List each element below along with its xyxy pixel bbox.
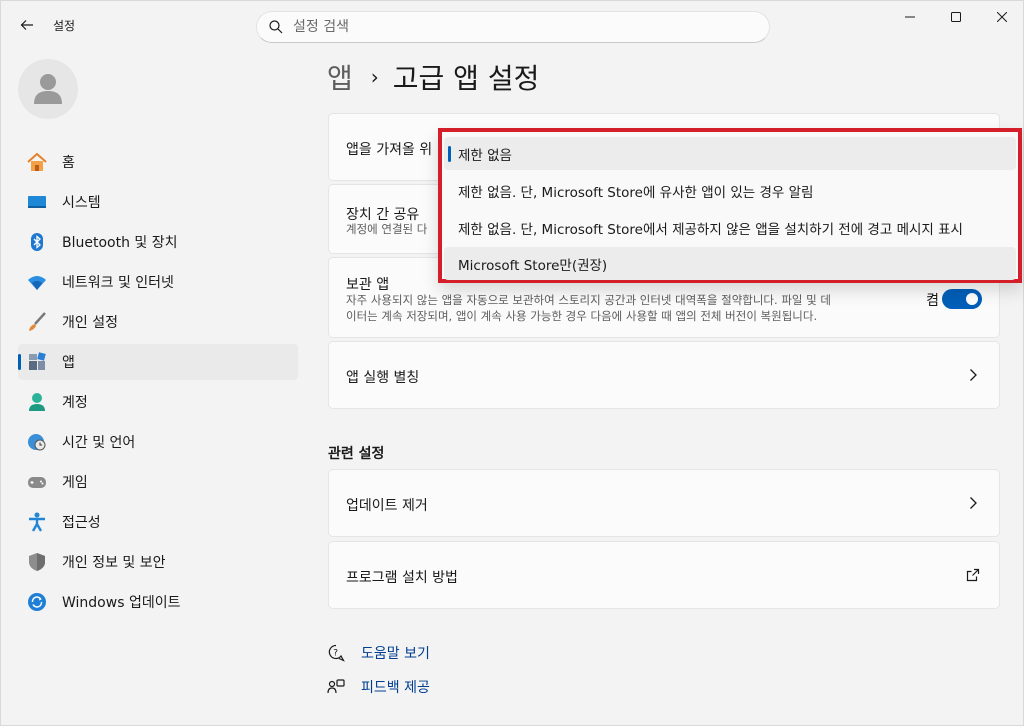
- title-bar: 설정: [1, 1, 1024, 49]
- sidebar-nav: 홈 시스템 Bluetooth 및 장치 네트워크 및 인터넷 개인 설정 앱 …: [18, 144, 298, 624]
- dropdown-option-label: 제한 없음. 단, Microsoft Store에 유사한 앱이 있는 경우 …: [458, 184, 814, 201]
- globe-clock-icon: [26, 431, 48, 453]
- get-help-link[interactable]: ? 도움말 보기: [327, 643, 430, 663]
- archive-apps-title: 보관 앱: [346, 277, 390, 293]
- archive-toggle-label: 켬: [926, 293, 939, 309]
- feedback-icon: [327, 679, 345, 694]
- install-programs-label: 프로그램 설치 방법: [346, 570, 458, 586]
- get-help-text[interactable]: 도움말 보기: [361, 643, 430, 663]
- back-button[interactable]: [11, 9, 43, 41]
- maximize-icon: [951, 12, 961, 22]
- page-title: 고급 앱 설정: [392, 62, 540, 95]
- give-feedback-link[interactable]: 피드백 제공: [327, 677, 430, 697]
- maximize-button[interactable]: [933, 1, 979, 33]
- gamepad-icon: [26, 471, 48, 493]
- uninstall-updates-card[interactable]: 업데이트 제거: [328, 469, 1000, 537]
- share-across-devices-desc: 계정에 연결된 다: [346, 222, 428, 236]
- sidebar-item-label: 앱: [62, 355, 75, 371]
- sidebar-item-label: Windows 업데이트: [62, 595, 181, 611]
- app-aliases-card[interactable]: 앱 실행 별칭: [328, 341, 1000, 409]
- breadcrumb: 앱 › 고급 앱 설정: [327, 57, 539, 97]
- system-icon: [26, 191, 48, 213]
- choose-app-source-label: 앱을 가져올 위: [346, 142, 433, 158]
- sidebar-item-accessibility[interactable]: 접근성: [18, 504, 298, 540]
- app-source-dropdown-menu: 제한 없음 제한 없음. 단, Microsoft Store에 유사한 앱이 …: [438, 128, 1022, 283]
- sidebar-item-system[interactable]: 시스템: [18, 184, 298, 220]
- related-settings-heading: 관련 설정: [328, 446, 385, 462]
- brush-icon: [26, 311, 48, 333]
- dropdown-option-anywhere[interactable]: 제한 없음: [444, 137, 1016, 170]
- dropdown-option-anywhere-notify[interactable]: 제한 없음. 단, Microsoft Store에 유사한 앱이 있는 경우 …: [444, 174, 1016, 207]
- sidebar-item-gaming[interactable]: 게임: [18, 464, 298, 500]
- settings-window: 설정 설정 검색 홈 시스템 Bluetooth 및 장치 네트워크 및 인터넷…: [0, 0, 1024, 726]
- app-title: 설정: [53, 19, 76, 33]
- sidebar-item-time-language[interactable]: 시간 및 언어: [18, 424, 298, 460]
- external-link-icon: [966, 568, 980, 582]
- chevron-right-icon: [970, 369, 977, 381]
- search-box[interactable]: [256, 11, 770, 43]
- account-icon: [26, 391, 48, 413]
- sidebar-item-label: 네트워크 및 인터넷: [62, 275, 174, 291]
- wifi-icon: [26, 271, 48, 293]
- archive-apps-desc-line1: 자주 사용되지 않는 앱을 자동으로 보관하여 스토리지 공간과 인터넷 대역폭…: [346, 293, 831, 307]
- breadcrumb-separator: ›: [370, 65, 379, 89]
- sidebar-item-label: 개인 정보 및 보안: [62, 555, 166, 571]
- sidebar-item-label: Bluetooth 및 장치: [62, 235, 178, 251]
- sidebar-item-privacy[interactable]: 개인 정보 및 보안: [18, 544, 298, 580]
- search-input[interactable]: [293, 19, 753, 35]
- archive-apps-toggle[interactable]: [942, 289, 982, 309]
- uninstall-updates-label: 업데이트 제거: [346, 498, 428, 514]
- search-icon: [269, 20, 283, 34]
- accessibility-icon: [26, 511, 48, 533]
- svg-text:?: ?: [333, 649, 338, 659]
- dropdown-option-label: 제한 없음: [458, 147, 512, 164]
- minimize-icon: [905, 16, 915, 18]
- dropdown-option-anywhere-warn[interactable]: 제한 없음. 단, Microsoft Store에서 제공하지 않은 앱을 설…: [444, 211, 1016, 244]
- dropdown-option-label: 제한 없음. 단, Microsoft Store에서 제공하지 않은 앱을 설…: [458, 221, 963, 238]
- close-button[interactable]: [979, 1, 1024, 33]
- sidebar-item-label: 시간 및 언어: [62, 435, 136, 451]
- breadcrumb-parent[interactable]: 앱: [327, 57, 353, 97]
- give-feedback-text[interactable]: 피드백 제공: [361, 677, 430, 697]
- sidebar-item-accounts[interactable]: 계정: [18, 384, 298, 420]
- apps-icon: [26, 351, 48, 373]
- app-aliases-label: 앱 실행 별칭: [346, 370, 420, 386]
- help-icon: ?: [328, 644, 345, 662]
- close-icon: [997, 12, 1007, 22]
- user-avatar[interactable]: [18, 59, 78, 119]
- back-arrow-icon: [20, 20, 33, 30]
- home-icon: [26, 151, 48, 173]
- dropdown-option-store-only[interactable]: Microsoft Store만(권장): [444, 247, 1016, 280]
- sidebar-item-label: 개인 설정: [62, 315, 118, 331]
- update-icon: [26, 591, 48, 613]
- sidebar-item-apps[interactable]: 앱: [18, 344, 298, 380]
- minimize-button[interactable]: [887, 1, 933, 33]
- sidebar-item-label: 홈: [62, 155, 75, 171]
- sidebar-item-label: 시스템: [62, 195, 101, 211]
- install-programs-card[interactable]: 프로그램 설치 방법: [328, 541, 1000, 609]
- sidebar-item-bluetooth[interactable]: Bluetooth 및 장치: [18, 224, 298, 260]
- sidebar-item-home[interactable]: 홈: [18, 144, 298, 180]
- window-controls: [887, 1, 1024, 33]
- dropdown-option-label: Microsoft Store만(권장): [458, 257, 608, 274]
- sidebar-item-network[interactable]: 네트워크 및 인터넷: [18, 264, 298, 300]
- sidebar-item-label: 게임: [62, 475, 88, 491]
- chevron-right-icon: [970, 497, 977, 509]
- shield-icon: [26, 551, 48, 573]
- sidebar-item-label: 접근성: [62, 515, 101, 531]
- sidebar-item-label: 계정: [62, 395, 88, 411]
- bluetooth-icon: [26, 231, 48, 253]
- sidebar-item-windows-update[interactable]: Windows 업데이트: [18, 584, 298, 620]
- archive-apps-desc-line2: 이터는 계속 저장되며, 앱이 계속 사용 가능한 경우 다음에 사용할 때 앱…: [346, 309, 818, 323]
- sidebar-item-personalization[interactable]: 개인 설정: [18, 304, 298, 340]
- user-icon: [34, 74, 62, 104]
